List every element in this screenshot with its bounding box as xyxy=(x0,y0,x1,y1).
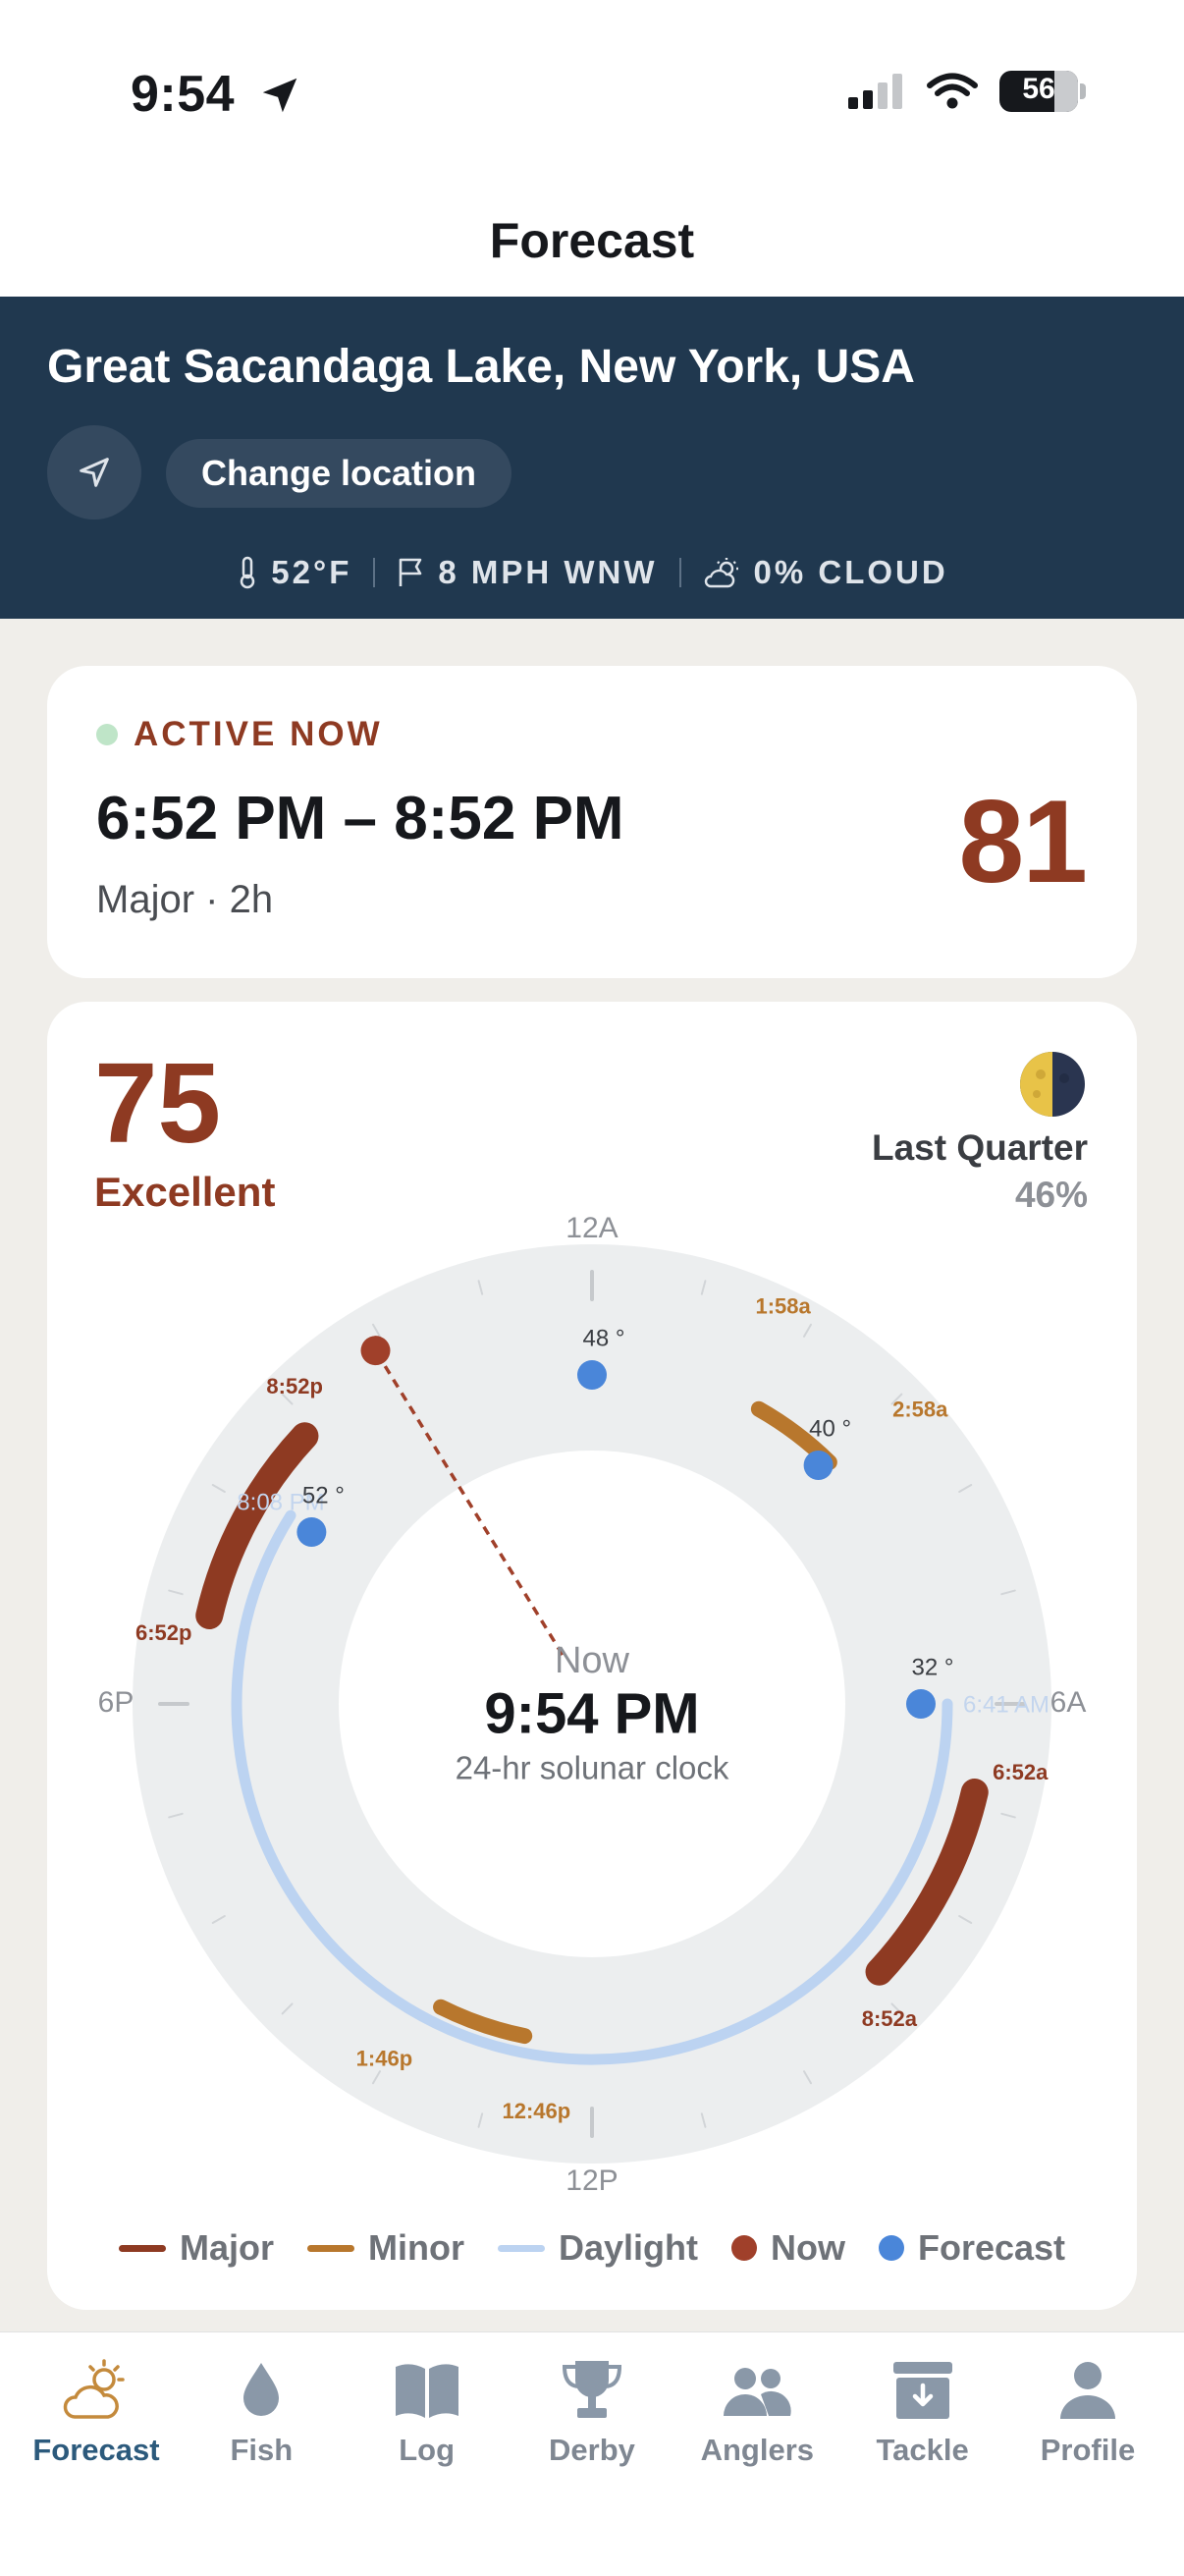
forecast-temp-label: 48 ° xyxy=(583,1325,625,1351)
active-score: 81 xyxy=(958,776,1088,907)
navigation-arrow-icon xyxy=(80,458,109,487)
droplet-icon xyxy=(222,2354,300,2427)
tab-bar: Forecast Fish Log Derby Anglers Tackle P… xyxy=(0,2331,1184,2576)
tab-forecast[interactable]: Forecast xyxy=(14,2354,179,2468)
clock-legend: Major Minor Daylight Now Forecast xyxy=(47,2227,1137,2269)
current-location-button[interactable] xyxy=(47,425,141,520)
minor-end-label: 2:58a xyxy=(892,1398,948,1422)
tab-derby[interactable]: Derby xyxy=(510,2354,674,2468)
now-marker xyxy=(360,1336,391,1366)
clock-now-time: 9:54 PM xyxy=(484,1681,699,1745)
clock-caption: 24-hr solunar clock xyxy=(456,1750,729,1786)
status-time: 9:54 xyxy=(131,66,236,123)
minor-end-label: 1:46p xyxy=(356,2047,412,2071)
forecast-point xyxy=(577,1360,607,1390)
page-title: Forecast xyxy=(0,187,1184,297)
tackle-box-icon xyxy=(884,2354,962,2427)
active-period-detail: Major · 2h xyxy=(96,878,274,921)
battery-icon: 56 xyxy=(999,71,1078,112)
location-header: Great Sacandaga Lake, New York, USA Chan… xyxy=(0,297,1184,619)
axis-label-6p: 6P xyxy=(98,1686,135,1719)
signal-icon xyxy=(848,74,902,109)
moon-illumination: 46% xyxy=(1014,1175,1088,1215)
tab-fish[interactable]: Fish xyxy=(179,2354,344,2468)
wifi-icon xyxy=(927,73,978,109)
trophy-icon xyxy=(553,2354,631,2427)
forecast-point xyxy=(803,1450,834,1480)
legend-minor: Minor xyxy=(306,2227,464,2269)
minor-start-label: 12:46p xyxy=(502,2099,570,2123)
thermometer-icon xyxy=(241,556,255,589)
solunar-clock-card: 12A 12P 6A 6P 6:52p 8:52p 1:58a 2:58a 6:52a 8:52a… xyxy=(47,1002,1137,2310)
forecast-point xyxy=(906,1689,936,1719)
tab-tackle[interactable]: Tackle xyxy=(840,2354,1005,2468)
flag-icon xyxy=(400,558,422,586)
location-name: Great Sacandaga Lake, New York, USA xyxy=(47,341,915,393)
day-score: 75 xyxy=(94,1039,222,1167)
legend-major: Major xyxy=(118,2227,274,2269)
temperature-value: 52°F xyxy=(271,554,352,590)
partly-cloudy-icon xyxy=(704,558,738,588)
location-arrow-icon xyxy=(257,73,302,123)
major-start-label: 6:52a xyxy=(993,1760,1049,1784)
battery-level: 56 xyxy=(1022,73,1055,105)
moon-phase-icon xyxy=(1019,1051,1086,1123)
legend-daylight: Daylight xyxy=(497,2227,698,2269)
status-indicators: 56 xyxy=(848,71,1086,112)
axis-label-12a: 12A xyxy=(565,1212,618,1244)
major-start-label: 6:52p xyxy=(135,1620,191,1645)
major-end-label: 8:52p xyxy=(266,1374,322,1398)
wind-value: 8 MPH WNW xyxy=(438,554,658,590)
sun-cloud-icon xyxy=(57,2354,135,2427)
moon-phase-label: Last Quarter xyxy=(871,1127,1088,1168)
forecast-temp-label: 52 ° xyxy=(302,1482,345,1508)
clock-now-label: Now xyxy=(555,1640,630,1681)
active-indicator-dot xyxy=(96,724,118,745)
minor-start-label: 1:58a xyxy=(755,1293,811,1318)
book-icon xyxy=(388,2354,466,2427)
person-icon xyxy=(1049,2354,1127,2427)
legend-forecast: Forecast xyxy=(878,2227,1065,2269)
forecast-point xyxy=(296,1516,327,1547)
legend-now: Now xyxy=(730,2227,845,2269)
tab-profile[interactable]: Profile xyxy=(1005,2354,1170,2468)
active-period-card[interactable]: ACTIVE NOW 6:52 PM – 8:52 PM Major · 2h … xyxy=(47,666,1137,978)
active-now-label: ACTIVE NOW xyxy=(134,715,383,753)
major-end-label: 8:52a xyxy=(862,2006,918,2031)
status-bar: 9:54 56 xyxy=(0,0,1184,187)
day-rating: Excellent xyxy=(94,1169,276,1215)
change-location-button[interactable]: Change location xyxy=(166,439,512,508)
forecast-temp-label: 32 ° xyxy=(912,1654,954,1680)
axis-label-12p: 12P xyxy=(565,2165,618,2197)
cloud-cover-value: 0% CLOUD xyxy=(753,554,948,590)
weather-summary: 52°F 8 MPH WNW 0% CLOUD xyxy=(0,554,1184,591)
people-icon xyxy=(718,2354,796,2427)
active-time-range: 6:52 PM – 8:52 PM xyxy=(96,785,624,852)
axis-label-6a: 6A xyxy=(1050,1686,1087,1719)
sunrise-label: 6:41 AM xyxy=(963,1691,1049,1718)
tab-log[interactable]: Log xyxy=(345,2354,510,2468)
tab-anglers[interactable]: Anglers xyxy=(674,2354,839,2468)
forecast-temp-label: 40 ° xyxy=(809,1415,851,1442)
